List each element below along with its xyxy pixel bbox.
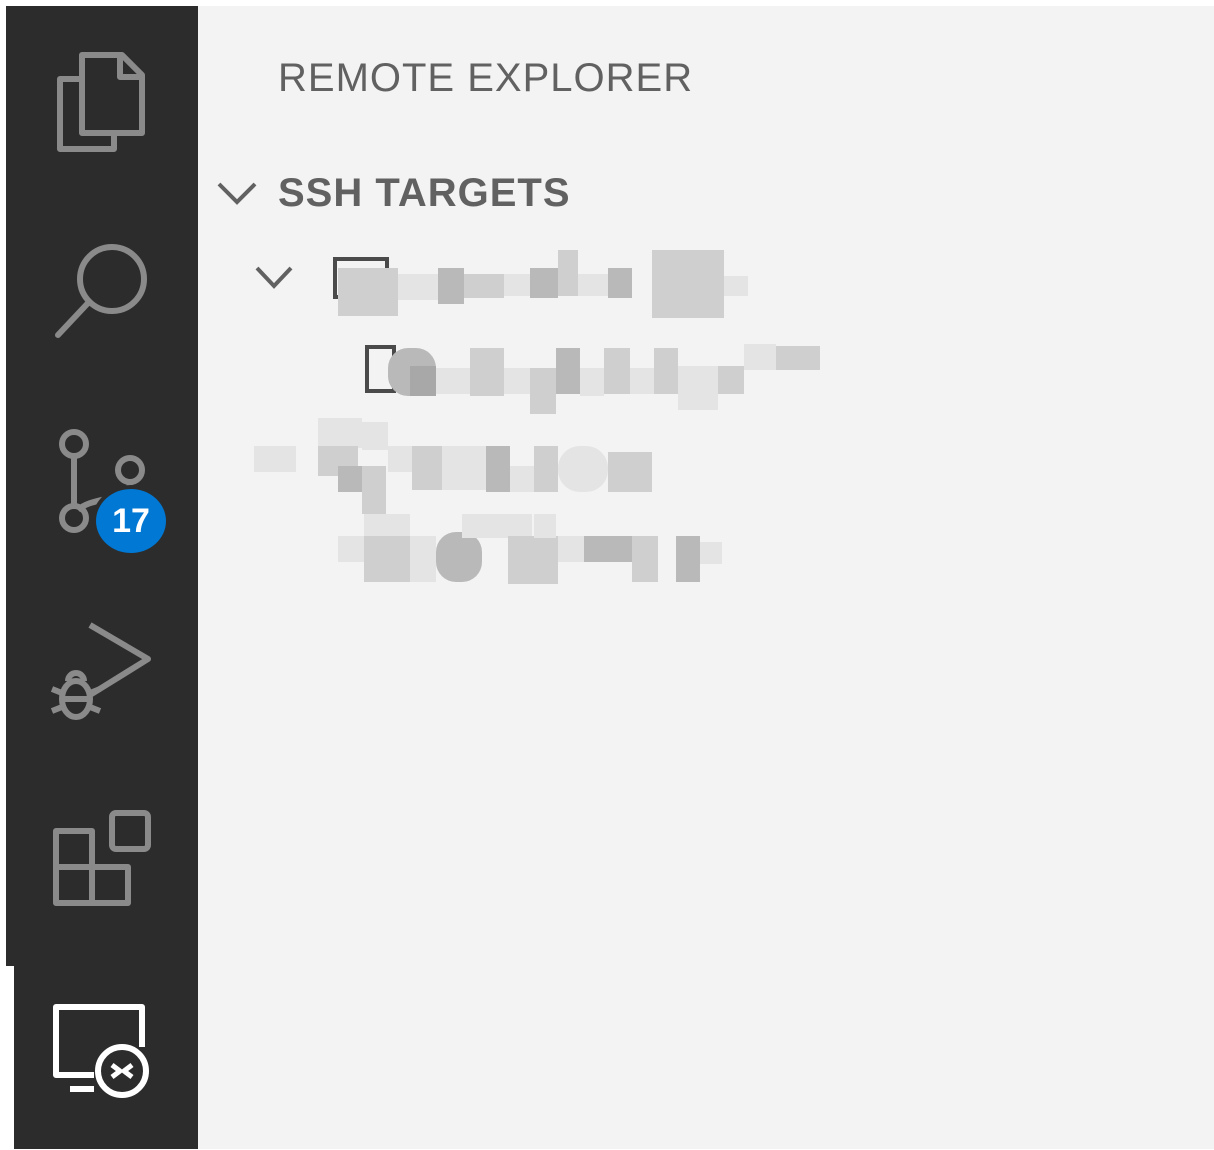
- remote-explorer-icon: [53, 1004, 149, 1098]
- chevron-down-icon: [217, 182, 257, 205]
- sidebar-remote-explorer: REMOTE EXPLORER SSH TARGETS: [198, 6, 1214, 1149]
- activity-remote-explorer[interactable]: [6, 956, 198, 1150]
- section-title: SSH TARGETS: [278, 170, 571, 215]
- tree-host-1[interactable]: [254, 264, 294, 292]
- panel-title: REMOTE EXPLORER: [278, 56, 694, 100]
- activity-explorer[interactable]: [6, 6, 198, 196]
- source-control-badge: 17: [96, 489, 166, 553]
- vscode-window: 17 REMOTE EXPLORER SSH TARGETS: [0, 0, 1214, 1150]
- extensions-icon: [53, 810, 151, 906]
- search-icon: [55, 244, 147, 338]
- activity-run-debug[interactable]: [6, 576, 198, 766]
- chevron-down-icon: [255, 266, 293, 289]
- activity-search[interactable]: [6, 196, 198, 386]
- activity-source-control[interactable]: [6, 386, 198, 576]
- run-debug-icon: [50, 622, 151, 720]
- activity-extensions[interactable]: [6, 766, 198, 956]
- section-header-ssh-targets[interactable]: SSH TARGETS: [216, 166, 571, 220]
- activity-bar: 17: [6, 6, 198, 1150]
- files-icon: [57, 52, 145, 152]
